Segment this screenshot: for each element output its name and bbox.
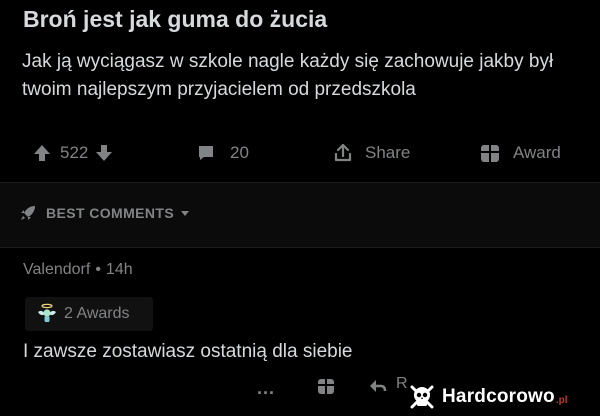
chevron-down-icon	[181, 211, 190, 216]
upvote-icon[interactable]	[32, 143, 52, 163]
comment-author[interactable]: Valendorf	[23, 261, 90, 278]
upvote-count: 522	[60, 143, 89, 162]
share-label: Share	[365, 143, 411, 162]
comment-awards[interactable]: 2 Awards	[25, 297, 153, 331]
awards-count: 2 Awards	[64, 305, 130, 322]
watermark: Hardcorowo .pl	[408, 378, 600, 416]
award-button[interactable]: Award	[479, 138, 561, 168]
reply-icon[interactable]	[368, 377, 388, 395]
downvote-icon[interactable]	[94, 143, 114, 163]
comments-count: 20	[230, 143, 249, 162]
comments-button[interactable]: 20	[196, 138, 249, 168]
post-actions-bar: 522 20 Share Award	[0, 138, 600, 168]
gift-icon[interactable]	[316, 376, 336, 396]
post-body: Jak ją wyciągasz w szkole nagle każdy si…	[22, 51, 554, 100]
angel-award-icon	[38, 303, 56, 322]
comment-meta: Valendorf • 14h	[23, 261, 133, 279]
comment-text: I zawsze zostawiasz ostatnią dla siebie	[23, 341, 353, 362]
comment-age: 14h	[105, 261, 133, 278]
reply-label[interactable]: R	[396, 375, 408, 393]
sort-label: BEST COMMENTS	[46, 205, 175, 221]
rocket-icon	[21, 206, 35, 220]
meta-separator: •	[95, 261, 101, 278]
vote-control: 522	[32, 138, 114, 168]
award-label: Award	[513, 143, 561, 162]
more-options-button[interactable]: ...	[257, 378, 275, 399]
gift-icon	[481, 145, 499, 162]
watermark-tld: .pl	[555, 394, 568, 406]
share-button[interactable]: Share	[333, 138, 410, 168]
share-icon	[334, 143, 352, 162]
skull-logo-icon	[410, 385, 434, 409]
sort-dropdown[interactable]: BEST COMMENTS	[18, 202, 190, 224]
comment-icon	[199, 146, 213, 160]
watermark-text: Hardcorowo	[442, 386, 555, 407]
post-title: Broń jest jak guma do żucia	[23, 6, 328, 32]
